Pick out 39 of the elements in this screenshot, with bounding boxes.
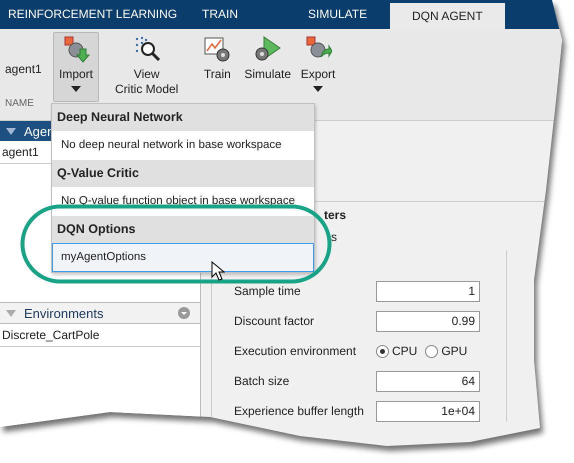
menu-item[interactable]: No deep neural network in base workspace <box>52 131 314 160</box>
menu-item[interactable]: myAgentOptions <box>52 243 314 272</box>
radio-button[interactable] <box>376 344 389 358</box>
field-label: Execution environment <box>234 344 358 358</box>
options-icon[interactable] <box>178 307 190 319</box>
tab[interactable]: SIMULATE <box>302 0 390 29</box>
radio-option[interactable]: GPU <box>425 344 468 358</box>
view-button[interactable]: View Critic Model <box>111 32 182 102</box>
field-label: Discount factor <box>234 314 316 328</box>
input-field[interactable]: 0.99 <box>376 310 480 332</box>
simulate-button[interactable]: Simulate <box>240 32 296 102</box>
export-button[interactable]: Export <box>295 32 342 102</box>
list-item[interactable]: Discrete_CartPole <box>0 324 200 347</box>
collapse-icon <box>6 128 16 134</box>
agent-name: agent1 <box>5 62 43 76</box>
radio-button[interactable] <box>425 344 438 358</box>
menu-section-header: DQN Options <box>52 216 314 243</box>
input-field[interactable]: 1 <box>376 280 480 302</box>
tab[interactable]: TRAIN <box>196 0 302 29</box>
chart-gear-icon <box>203 35 232 63</box>
field-label: Experience buffer length <box>234 404 365 418</box>
field-label: Sample time <box>234 284 302 298</box>
panel-title: Environments <box>24 306 104 320</box>
section-label: NAME <box>5 98 35 109</box>
tab[interactable]: REINFORCEMENT LEARNING <box>2 0 196 29</box>
panel-header[interactable]: Environments <box>0 302 200 324</box>
input-field[interactable]: 64 <box>376 370 480 392</box>
section-heading: ters <box>324 208 346 222</box>
field-label: Batch size <box>234 374 290 388</box>
menu-section-header: Deep Neural Network <box>52 104 314 131</box>
radio-option[interactable]: CPU <box>376 344 418 358</box>
train-button[interactable]: Train <box>194 32 240 102</box>
tab[interactable]: DQN AGENT <box>390 3 505 29</box>
import-button[interactable]: Import <box>53 32 99 102</box>
section-subheading: s <box>331 230 337 244</box>
play-gear-icon <box>254 35 282 63</box>
menu-section-header: Q-Value Critic <box>52 160 314 187</box>
input-field[interactable]: 1e+04 <box>376 400 480 422</box>
collapse-icon <box>6 310 16 316</box>
